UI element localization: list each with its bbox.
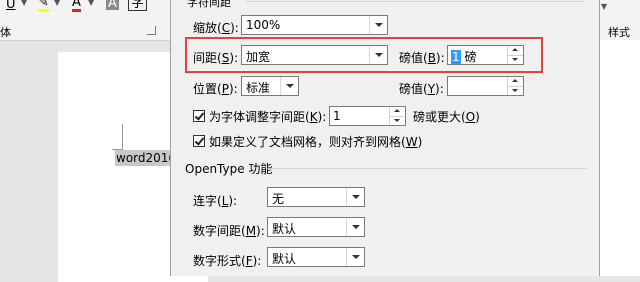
position-select[interactable]: 标准 [241,76,299,96]
kerning-spinner[interactable]: 1 [329,106,406,126]
font-dialog: 字符间距 缩放(C): 100% 间距(S): 加宽 磅值(B): 1 磅 位置… [170,0,600,276]
section-divider [269,168,587,169]
ligatures-select[interactable]: 无 [267,187,365,207]
char-shading-icon[interactable]: A [106,0,119,10]
spinner-buttons [389,107,405,125]
position-by-label: 磅值(Y): [399,82,444,96]
ligatures-label: 连字(L): [193,194,238,208]
spinner-buttons [507,77,523,95]
font-color-icon[interactable]: A [72,0,81,12]
number-spacing-value: 默认 [272,222,297,236]
selected-document-text[interactable]: word2016 [115,150,178,166]
chevron-down-icon[interactable] [346,218,364,236]
kerning-after-label: 磅或更大(O) [413,110,480,124]
ligatures-value: 无 [272,192,285,206]
position-label: 位置(P): [193,82,238,96]
chevron-down-icon[interactable]: ▼ [601,2,607,11]
number-forms-value: 默认 [272,252,297,266]
document-page-right[interactable] [596,40,640,276]
margin-corner-mark [112,124,123,150]
chevron-down-icon[interactable]: ▼ [54,0,60,7]
position-by-spinner[interactable] [447,76,524,96]
snap-grid-label: 如果定义了文档网格，则对齐到网格(W) [209,135,423,149]
spin-down-icon[interactable] [508,86,523,95]
number-spacing-select[interactable]: 默认 [267,217,365,237]
chevron-down-icon[interactable] [369,16,387,34]
chevron-down-icon[interactable]: ▼ [21,0,27,7]
position-value: 标准 [246,81,271,95]
number-forms-label: 数字形式(F): [193,254,262,268]
dialog-launcher-icon[interactable] [147,26,156,35]
styles-group-label: 样式 [608,26,630,39]
kerning-checkbox[interactable] [193,110,205,122]
number-spacing-label: 数字间距(M): [193,224,265,238]
chevron-down-icon[interactable] [346,188,364,206]
scale-value: 100% [246,18,281,32]
scale-select[interactable]: 100% [241,15,388,35]
snap-grid-checkbox[interactable] [193,135,205,147]
number-forms-select[interactable]: 默认 [267,247,365,267]
chevron-down-icon[interactable] [346,248,364,266]
kerning-value: 1 [333,109,341,123]
section-title-character-spacing: 字符间距 [187,0,231,9]
opentype-section-title: OpenType 功能 [185,162,273,176]
chevron-down-icon[interactable] [280,77,298,95]
spin-down-icon[interactable] [390,116,405,125]
font-group-label: 体 [0,26,11,39]
scale-label: 缩放(C): [193,21,239,35]
highlight-icon[interactable]: ✎ [38,0,49,12]
kerning-label: 为字体调整字间距(K): [209,110,327,124]
chevron-down-icon[interactable]: ▼ [88,0,94,7]
annotation-highlight-box [185,37,543,73]
char-border-icon[interactable]: 字 [128,0,148,11]
underline-icon[interactable]: U [6,0,16,12]
section-divider [245,1,585,2]
